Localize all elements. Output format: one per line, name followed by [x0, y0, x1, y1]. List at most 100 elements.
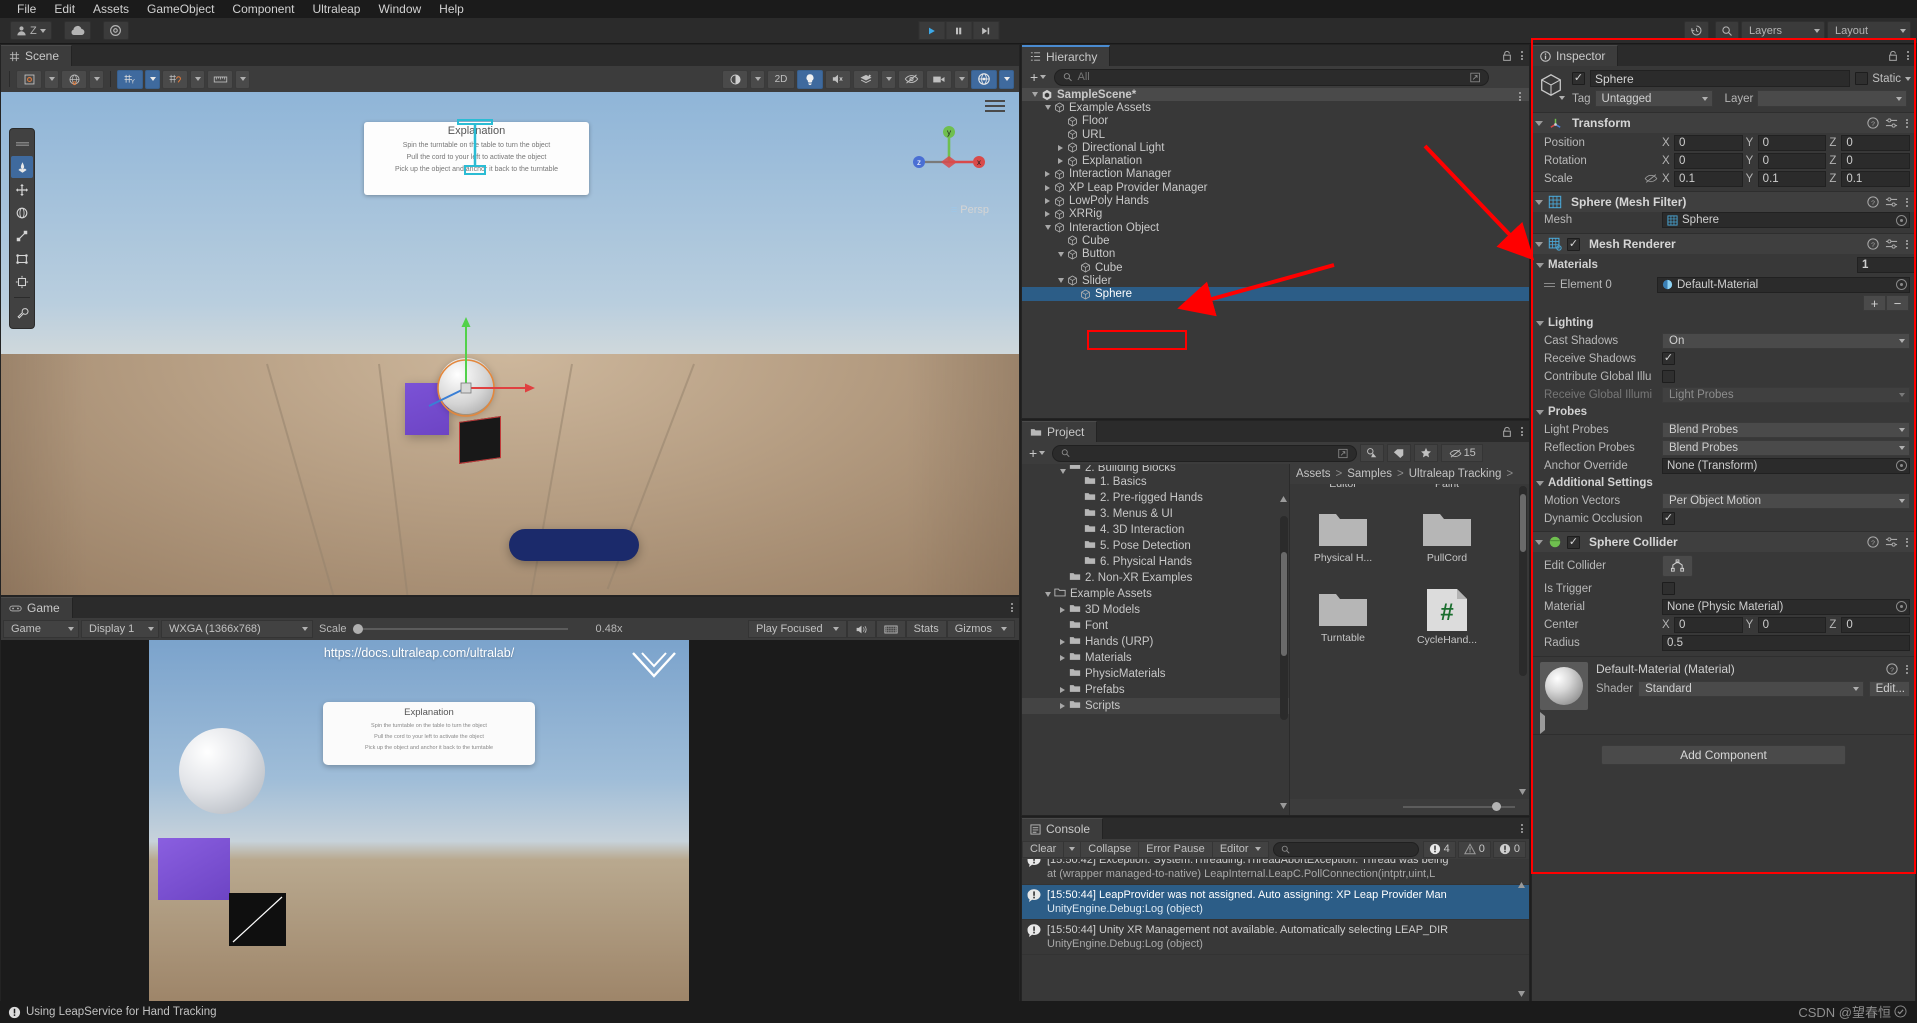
shader-edit-button[interactable]: Edit...	[1868, 681, 1910, 697]
tab-game[interactable]: Game	[1, 597, 73, 618]
menu-item-component[interactable]: Component	[223, 0, 303, 18]
project-add-button[interactable]: +	[1025, 445, 1049, 461]
scene-fx-toggle[interactable]	[853, 69, 879, 89]
step-button[interactable]	[972, 21, 999, 40]
toggle-2d[interactable]: 2D	[767, 69, 795, 89]
static-checkbox[interactable]	[1855, 72, 1869, 85]
help-icon[interactable]: ?	[1867, 238, 1879, 250]
game-aspect-button[interactable]	[875, 620, 906, 638]
pause-button[interactable]	[945, 21, 972, 40]
rotate-tool[interactable]	[11, 202, 33, 224]
project-breadcrumb[interactable]: Assets > Samples > Ultraleap Tracking >	[1290, 464, 1529, 484]
lock-icon[interactable]	[1502, 50, 1512, 62]
rotation-z-input[interactable]: 0	[1841, 152, 1911, 169]
grid-scroll-down-arrow[interactable]	[1518, 787, 1527, 797]
expand-search-icon[interactable]	[1338, 448, 1348, 459]
project-grid-scrollbar[interactable]	[1519, 486, 1527, 676]
console-error-count[interactable]: 4	[1422, 840, 1456, 858]
settings-button[interactable]	[102, 21, 129, 40]
static-toggle-group[interactable]: Static	[1855, 72, 1911, 85]
hierarchy-search-field[interactable]	[1054, 68, 1490, 86]
scene-axis-gizmo[interactable]: y x z	[901, 114, 997, 210]
menu-item-assets[interactable]: Assets	[84, 0, 138, 18]
layout-dropdown[interactable]: Layout	[1827, 21, 1911, 40]
collapse-triangle-icon[interactable]	[1028, 92, 1041, 98]
hierarchy-item-interaction-object[interactable]: Interaction Object	[1022, 221, 1529, 234]
project-tree-scrollbar[interactable]	[1280, 516, 1288, 720]
hierarchy-item-sphere[interactable]: Sphere	[1022, 287, 1529, 301]
material-expand-triangle-icon[interactable]	[1540, 712, 1545, 734]
expand-triangle-icon[interactable]	[1041, 184, 1054, 191]
project-folder-materials[interactable]: Materials	[1022, 650, 1289, 666]
scale-z-input[interactable]: 0.1	[1841, 170, 1911, 187]
rotation-x-input[interactable]: 0	[1674, 152, 1743, 169]
scale-lock-icon[interactable]	[1644, 173, 1658, 184]
lighting-section-header[interactable]: Lighting	[1532, 314, 1915, 331]
expand-triangle-icon[interactable]	[1056, 639, 1069, 645]
preset-icon[interactable]	[1885, 196, 1898, 208]
hidden-objects-toggle[interactable]	[898, 69, 924, 89]
component-header[interactable]: Sphere (Mesh Filter) ?	[1532, 192, 1915, 212]
shading-mode-button[interactable]	[722, 69, 748, 89]
layer-dropdown[interactable]	[1757, 90, 1907, 107]
component-options-menu[interactable]	[1904, 196, 1910, 209]
hierarchy-item-button[interactable]: Button	[1022, 248, 1529, 261]
cast-shadows-dropdown[interactable]: On	[1662, 332, 1910, 349]
preset-icon[interactable]	[1885, 117, 1898, 129]
fx-dropdown[interactable]	[881, 69, 896, 89]
game-stats-button[interactable]: Stats	[905, 620, 947, 638]
expand-triangle-icon[interactable]	[1056, 655, 1069, 661]
asset-item[interactable]: # CycleHand...	[1408, 588, 1486, 646]
help-icon[interactable]: ?	[1886, 663, 1898, 675]
game-mute-audio-button[interactable]	[846, 620, 876, 638]
probes-section-header[interactable]: Probes	[1532, 403, 1915, 420]
console-scroll-down-arrow[interactable]	[1517, 989, 1526, 999]
custom-tool[interactable]	[11, 302, 33, 324]
perspective-label-row[interactable]: ≡ Persp	[951, 204, 989, 216]
edit-collider-button[interactable]	[1662, 555, 1693, 577]
scale-tool[interactable]	[11, 225, 33, 247]
console-options-menu[interactable]	[1519, 822, 1525, 835]
project-folder-2-building-blocks[interactable]: 2. Building Blocks	[1022, 465, 1289, 474]
global-local-dropdown[interactable]	[89, 69, 104, 89]
component-header[interactable]: Transform ?	[1532, 113, 1915, 133]
static-dropdown-icon[interactable]	[1905, 76, 1911, 81]
hierarchy-item-cube[interactable]: Cube	[1022, 234, 1529, 247]
shading-dropdown[interactable]	[750, 69, 765, 89]
menu-item-ultraleap[interactable]: Ultraleap	[303, 0, 369, 18]
grid-scroll-up-arrow[interactable]	[1518, 484, 1527, 485]
console-message[interactable]: [15:50:44] LeapProvider was not assigned…	[1022, 885, 1529, 920]
position-z-input[interactable]: 0	[1841, 134, 1911, 151]
project-folder-2-non-xr-examples[interactable]: 2. Non-XR Examples	[1022, 570, 1289, 586]
move-gizmo[interactable]	[399, 310, 549, 430]
menu-item-edit[interactable]: Edit	[45, 0, 84, 18]
scene-audio-toggle[interactable]	[825, 69, 851, 89]
camera-dropdown[interactable]	[954, 69, 969, 89]
breadcrumb-item[interactable]: Samples	[1347, 468, 1392, 480]
object-picker-icon[interactable]	[1896, 460, 1907, 471]
scroll-up-arrow[interactable]	[1279, 494, 1288, 504]
expand-triangle-icon[interactable]	[1054, 144, 1067, 151]
remove-material-button[interactable]: −	[1886, 295, 1909, 311]
project-folder-example-assets[interactable]: Example Assets	[1022, 586, 1289, 602]
hierarchy-tree[interactable]: SampleScene* Example Assets Floor URL Direct…	[1022, 88, 1529, 418]
tag-dropdown[interactable]: Untagged	[1594, 90, 1713, 107]
console-collapse-button[interactable]: Collapse	[1081, 840, 1140, 858]
receive-shadows-checkbox[interactable]	[1662, 352, 1675, 365]
project-folder-1-basics[interactable]: 1. Basics	[1022, 474, 1289, 490]
project-folder-hands-urp[interactable]: Hands (URP)	[1022, 634, 1289, 650]
mesh-renderer-enabled-checkbox[interactable]	[1567, 237, 1580, 251]
asset-item[interactable]: Physical H...	[1304, 508, 1382, 564]
center-z-input[interactable]: 0	[1841, 616, 1911, 633]
game-play-mode-dropdown[interactable]: Play Focused	[747, 620, 847, 638]
add-component-button[interactable]: Add Component	[1601, 745, 1846, 765]
project-options-menu[interactable]	[1519, 425, 1525, 438]
hierarchy-item-cube[interactable]: Cube	[1022, 261, 1529, 274]
scroll-down-arrow[interactable]	[1279, 801, 1288, 811]
global-local-toggle[interactable]	[61, 69, 87, 89]
breadcrumb-item[interactable]: Assets	[1296, 468, 1331, 480]
game-options-menu[interactable]	[1009, 601, 1015, 614]
project-asset-grid[interactable]: Editor Paint Physical H... PullCord Turn…	[1290, 484, 1529, 799]
collapse-triangle-icon[interactable]	[1535, 241, 1543, 247]
is-trigger-checkbox[interactable]	[1662, 582, 1675, 595]
